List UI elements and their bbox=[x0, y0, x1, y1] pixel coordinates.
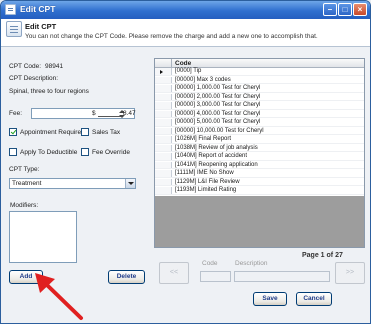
row-code: [00000] 3,000.00 Test for Cheryl bbox=[175, 102, 261, 108]
grid-empty-area bbox=[155, 196, 364, 247]
search-code-label: Code bbox=[202, 260, 218, 267]
apply-to-deductible-label: Apply To Deductible bbox=[20, 149, 78, 156]
search-description-label: Description bbox=[235, 260, 268, 267]
row-selector bbox=[155, 178, 172, 185]
appointment-required-label: Appointment Required bbox=[20, 129, 85, 136]
fee-input[interactable]: $ 8.47 bbox=[31, 108, 136, 119]
row-selector bbox=[155, 153, 172, 160]
column-header-code[interactable]: Code bbox=[175, 60, 191, 67]
row-selector bbox=[155, 127, 172, 134]
fee-override-checkbox[interactable] bbox=[81, 148, 89, 156]
row-code: [0000] Tip bbox=[175, 68, 202, 74]
row-code: [1026M] Final Report bbox=[175, 136, 232, 142]
table-row[interactable]: [0000] Tip bbox=[155, 68, 364, 76]
row-selector bbox=[155, 76, 172, 83]
row-selector bbox=[155, 161, 172, 168]
row-selector bbox=[155, 93, 172, 100]
row-code: [00000] 1,000.00 Test for Cheryl bbox=[175, 85, 261, 91]
table-row[interactable]: [00000] 2,000.00 Test for Cheryl bbox=[155, 93, 364, 101]
header-title: Edit CPT bbox=[25, 22, 57, 31]
row-code: [1129M] L&I File Review bbox=[175, 178, 240, 185]
cpt-code-label: CPT Code: bbox=[9, 63, 42, 70]
row-code: [1038M] Review of job analysis bbox=[175, 144, 258, 151]
document-icon bbox=[6, 21, 22, 37]
apply-to-deductible-checkbox[interactable] bbox=[9, 148, 17, 156]
row-code: [1040M] Report of accident bbox=[175, 153, 248, 159]
table-row[interactable]: [00000] 10,000.00 Test for Cheryl bbox=[155, 127, 364, 135]
annotation-arrow-icon bbox=[35, 273, 83, 320]
row-selector bbox=[155, 136, 172, 143]
modifiers-list[interactable] bbox=[9, 211, 77, 263]
fee-override-label: Fee Override bbox=[92, 149, 130, 156]
appointment-required-checkbox[interactable] bbox=[9, 128, 17, 136]
grid-body: [0000] Tip [00000] Max 3 codes [00000] 1… bbox=[155, 68, 364, 196]
table-row[interactable]: [00000] 1,000.00 Test for Cheryl bbox=[155, 85, 364, 93]
row-selector bbox=[155, 170, 172, 177]
row-code: [1193M] Limited Rating bbox=[175, 187, 237, 193]
close-button[interactable]: × bbox=[353, 3, 367, 16]
row-selector bbox=[155, 110, 172, 117]
row-selector bbox=[155, 85, 172, 92]
grid-header: Code bbox=[155, 59, 364, 68]
fee-value: 8.47 bbox=[123, 110, 136, 117]
row-selector bbox=[155, 102, 172, 109]
title-bar[interactable]: Edit CPT – □ × bbox=[1, 1, 370, 19]
cpt-type-label: CPT Type: bbox=[9, 166, 40, 173]
table-row[interactable]: [1041M] Reopening application bbox=[155, 161, 364, 169]
header-subtitle: You can not change the CPT Code. Please … bbox=[25, 33, 318, 40]
row-code: [1041M] Reopening application bbox=[175, 161, 258, 168]
table-row[interactable]: [1038M] Review of job analysis bbox=[155, 144, 364, 152]
edit-cpt-window: Edit CPT – □ × Edit CPT You can not chan… bbox=[0, 0, 371, 324]
table-row[interactable]: [1026M] Final Report bbox=[155, 136, 364, 144]
sales-tax-label: Sales Tax bbox=[92, 129, 121, 136]
row-selector bbox=[155, 144, 172, 151]
table-row[interactable]: [00000] 5,000.00 Test for Cheryl bbox=[155, 119, 364, 127]
cpt-code-value: 98941 bbox=[45, 63, 64, 70]
row-code: [00000] 4,000.00 Test for Cheryl bbox=[175, 110, 261, 117]
table-row[interactable]: [1129M] L&I File Review bbox=[155, 178, 364, 186]
delete-button[interactable]: Delete bbox=[108, 270, 145, 284]
row-code: [00000] 2,000.00 Test for Cheryl bbox=[175, 93, 261, 100]
currency-prefix: $ bbox=[92, 110, 96, 117]
sales-tax-checkbox[interactable] bbox=[81, 128, 89, 136]
table-row[interactable]: [00000] 3,000.00 Test for Cheryl bbox=[155, 102, 364, 110]
minimize-button[interactable]: – bbox=[323, 3, 337, 16]
current-row-arrow-icon bbox=[160, 70, 163, 74]
row-selector bbox=[155, 119, 172, 126]
fee-label: Fee: bbox=[9, 110, 23, 117]
chevron-down-icon[interactable] bbox=[125, 179, 135, 188]
search-code-input[interactable] bbox=[200, 271, 231, 282]
row-code: [00000] 10,000.00 Test for Cheryl bbox=[175, 127, 264, 134]
table-row[interactable]: [00000] Max 3 codes bbox=[155, 76, 364, 84]
row-code: [00000] Max 3 codes bbox=[175, 76, 231, 83]
modifiers-label: Modifiers: bbox=[10, 202, 39, 209]
row-selector-header bbox=[155, 59, 172, 68]
window-title: Edit CPT bbox=[20, 4, 56, 14]
row-selector bbox=[155, 187, 172, 194]
previous-page-button[interactable]: << bbox=[159, 262, 189, 284]
cpt-code-grid[interactable]: Code [0000] Tip [00000] Max 3 codes [000… bbox=[154, 58, 365, 248]
row-code: [00000] 5,000.00 Test for Cheryl bbox=[175, 119, 261, 125]
table-row[interactable]: [1193M] Limited Rating bbox=[155, 187, 364, 195]
search-description-input[interactable] bbox=[234, 271, 330, 282]
app-icon bbox=[5, 4, 16, 15]
cancel-button[interactable]: Cancel bbox=[296, 292, 332, 306]
next-page-button[interactable]: >> bbox=[335, 262, 365, 284]
cpt-description-label: CPT Description: bbox=[9, 75, 59, 82]
maximize-button[interactable]: □ bbox=[338, 3, 352, 16]
cpt-type-value: Treatment bbox=[12, 180, 42, 187]
dialog-header: Edit CPT You can not change the CPT Code… bbox=[1, 19, 370, 47]
table-row[interactable]: [1040M] Report of accident bbox=[155, 153, 364, 161]
table-row[interactable]: [00000] 4,000.00 Test for Cheryl bbox=[155, 110, 364, 118]
save-button[interactable]: Save bbox=[253, 292, 287, 306]
cpt-description-value: Spinal, three to four regions bbox=[9, 88, 89, 95]
cpt-type-select[interactable]: Treatment bbox=[9, 178, 136, 189]
row-code: [1111M] IME No Show bbox=[175, 170, 234, 176]
table-row[interactable]: [1111M] IME No Show bbox=[155, 170, 364, 178]
page-indicator: Page 1 of 27 bbox=[302, 252, 343, 259]
row-selector bbox=[155, 68, 172, 75]
